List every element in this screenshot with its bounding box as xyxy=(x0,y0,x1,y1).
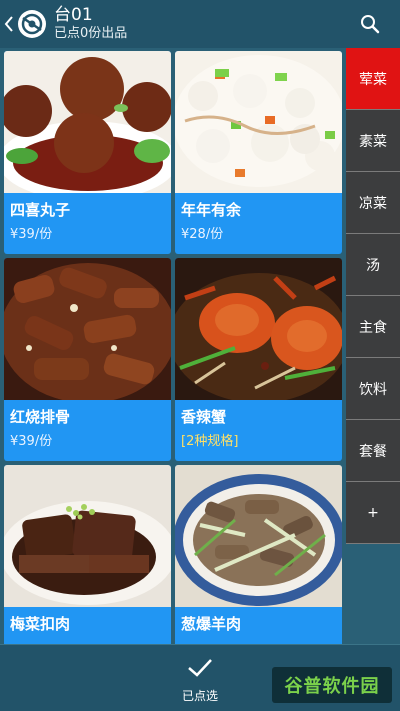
dish-price: ¥39/份 xyxy=(10,227,53,242)
dish-photo xyxy=(175,465,342,607)
dish-photo xyxy=(4,51,171,193)
dish-card[interactable]: 年年有余 ¥28/份 xyxy=(175,51,342,254)
checkmark-icon xyxy=(186,657,214,683)
watermark-logo: 谷普软件园 xyxy=(272,667,392,703)
selected-items-label: 已点选 xyxy=(181,689,218,703)
dish-card[interactable]: 四喜丸子 ¥39/份 xyxy=(4,51,171,254)
search-icon[interactable] xyxy=(358,12,382,36)
order-status: 已点0份出品 xyxy=(54,26,128,41)
dish-price: ¥28/份 xyxy=(181,227,224,242)
dish-name: 葱爆羊肉 xyxy=(181,615,242,633)
dish-spec: [2种规格] xyxy=(181,434,239,449)
dish-grid: 四喜丸子 ¥39/份 年年有余 ¥28/份 红烧排骨 ¥39/份 香辣蟹 [2种… xyxy=(0,48,346,644)
dish-card[interactable]: 香辣蟹 [2种规格] xyxy=(175,258,342,461)
category-add[interactable]: + xyxy=(346,482,400,544)
dish-card[interactable]: 梅菜扣肉 xyxy=(4,465,171,644)
category-soup[interactable]: 汤 xyxy=(346,234,400,296)
category-vegetable[interactable]: 素菜 xyxy=(346,110,400,172)
dish-card[interactable]: 葱爆羊肉 xyxy=(175,465,342,644)
category-sidebar: 荤菜 素菜 凉菜 汤 主食 饮料 套餐 + xyxy=(346,48,400,544)
category-drinks[interactable]: 饮料 xyxy=(346,358,400,420)
selected-items-button[interactable]: 已点选 xyxy=(170,657,230,705)
app-header: 台01 已点0份出品 xyxy=(0,0,400,48)
dish-name: 梅菜扣肉 xyxy=(10,615,71,633)
dish-photo xyxy=(4,258,171,400)
dish-photo xyxy=(175,258,342,400)
bottom-bar: 已点选 谷普软件园 xyxy=(0,644,400,711)
dish-photo xyxy=(4,465,171,607)
category-set-meal[interactable]: 套餐 xyxy=(346,420,400,482)
dish-price: ¥39/份 xyxy=(10,434,53,449)
dish-name: 年年有余 xyxy=(181,201,242,219)
dish-name: 红烧排骨 xyxy=(10,408,71,426)
app-logo-icon xyxy=(18,10,46,38)
table-title: 台01 xyxy=(54,5,93,25)
dish-card[interactable]: 红烧排骨 ¥39/份 xyxy=(4,258,171,461)
category-cold-dish[interactable]: 凉菜 xyxy=(346,172,400,234)
dish-name: 香辣蟹 xyxy=(181,408,227,426)
category-meat[interactable]: 荤菜 xyxy=(346,48,400,110)
category-staple[interactable]: 主食 xyxy=(346,296,400,358)
dish-photo xyxy=(175,51,342,193)
dish-name: 四喜丸子 xyxy=(10,201,71,219)
back-chevron-icon[interactable] xyxy=(4,15,14,33)
